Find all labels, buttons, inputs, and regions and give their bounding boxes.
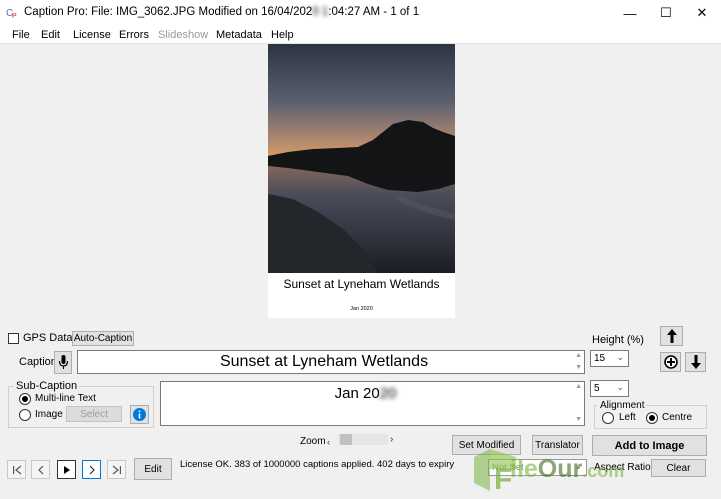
subcaption-obscured: 20 <box>379 385 397 402</box>
close-button[interactable]: ✕ <box>684 0 720 26</box>
radio-selected-dot <box>22 396 28 402</box>
chevron-down-icon: ⌄ <box>616 352 624 362</box>
microphone-button[interactable] <box>54 351 72 374</box>
watermark-text-2: Our <box>537 455 583 483</box>
menu-slideshow: Slideshow <box>158 29 209 41</box>
align-left-radio[interactable] <box>602 412 614 424</box>
previous-button[interactable] <box>31 460 50 479</box>
menu-errors[interactable]: Errors <box>119 29 149 41</box>
arrow-up-icon <box>666 329 677 343</box>
caption-input[interactable]: Sunset at Lyneham Wetlands ▲ ▼ <box>77 350 585 374</box>
image-label: Image <box>35 409 63 420</box>
menu-edit[interactable]: Edit <box>41 29 60 41</box>
zoom-label: Zoom <box>300 436 326 447</box>
align-centre-radio[interactable] <box>646 412 658 424</box>
height-select[interactable]: 15 ⌄ <box>590 350 629 367</box>
minimize-button[interactable]: — <box>612 0 648 26</box>
menu-metadata[interactable]: Metadata <box>216 29 262 41</box>
sub-caption-group-label: Sub-Caption <box>14 380 80 392</box>
scroll-up-icon[interactable]: ▲ <box>575 352 582 359</box>
add-button[interactable] <box>660 352 681 372</box>
align-centre-label: Centre <box>662 412 693 423</box>
play-icon <box>63 465 70 474</box>
plus-circle-icon <box>663 355 678 369</box>
svg-text:P: P <box>12 13 17 19</box>
caption-label: Caption <box>19 356 57 368</box>
move-up-button[interactable] <box>660 326 683 346</box>
license-status: License OK. 383 of 1000000 captions appl… <box>180 459 455 470</box>
scroll-up-icon[interactable]: ▲ <box>575 383 582 390</box>
image-radio[interactable] <box>19 409 31 421</box>
last-icon <box>112 465 121 474</box>
next-button[interactable] <box>82 460 101 479</box>
edit-button[interactable]: Edit <box>134 458 172 480</box>
add-to-image-button[interactable]: Add to Image <box>592 435 707 456</box>
chevron-right-icon <box>89 465 95 474</box>
alignment-label: Alignment <box>598 400 647 411</box>
gps-label: GPS Data <box>23 332 73 344</box>
sunset-photo <box>268 44 455 273</box>
menu-help[interactable]: Help <box>271 29 294 41</box>
subcaption-text: Jan 20 <box>334 385 380 402</box>
multiline-label: Multi-line Text <box>35 393 96 404</box>
play-button[interactable] <box>57 460 76 479</box>
watermark-text-3: .com <box>582 461 625 481</box>
auto-caption-button[interactable]: Auto-Caption <box>72 331 134 346</box>
scroll-down-icon[interactable]: ▼ <box>575 416 582 423</box>
menu-file[interactable]: File <box>12 29 30 41</box>
watermark-text-1: ile <box>510 455 538 483</box>
subcaption-height-value: 5 <box>594 383 600 394</box>
preview-caption: Sunset at Lyneham Wetlands <box>283 277 440 291</box>
chevron-left-icon <box>37 465 43 474</box>
subcaption-height-select[interactable]: 5 ⌄ <box>590 380 629 397</box>
app-icon: C P <box>6 8 17 19</box>
align-left-label: Left <box>619 412 636 423</box>
window-title: Caption Pro: File: IMG_3062.JPG Modified… <box>24 6 419 18</box>
first-button[interactable] <box>7 460 26 479</box>
radio-selected-dot <box>649 415 655 421</box>
subcaption-input[interactable]: Jan 2020 ▲ ▼ <box>160 381 585 426</box>
subcaption-input-value: Jan 2020 <box>161 385 570 402</box>
height-label: Height (%) <box>592 334 644 346</box>
first-icon <box>12 465 21 474</box>
fileour-watermark: ileOur.com <box>510 455 624 484</box>
clear-button[interactable]: Clear <box>651 459 706 477</box>
translator-button[interactable]: Translator <box>532 435 583 455</box>
last-button[interactable] <box>107 460 126 479</box>
info-button[interactable] <box>130 405 149 424</box>
maximize-button[interactable]: ☐ <box>648 0 684 26</box>
preview-subcaption: Jan 2020 <box>350 306 373 312</box>
window-title-text: Caption Pro: File: IMG_3062.JPG Modified… <box>24 6 313 18</box>
move-down-button[interactable] <box>685 352 706 372</box>
zoom-slider-thumb[interactable] <box>340 434 352 445</box>
zoom-slider[interactable] <box>338 434 388 445</box>
caption-input-value: Sunset at Lyneham Wetlands <box>219 353 429 370</box>
window-title-time: :04:27 AM - 1 of 1 <box>328 6 420 18</box>
multiline-radio[interactable] <box>19 393 31 405</box>
arrow-down-icon <box>690 355 701 369</box>
zoom-right-arrow-icon[interactable]: › <box>390 434 393 445</box>
select-image-button: Select <box>66 406 122 422</box>
zoom-left-arrow-icon[interactable]: ‹ <box>327 437 330 447</box>
scroll-down-icon[interactable]: ▼ <box>575 364 582 371</box>
gps-checkbox[interactable] <box>8 333 19 344</box>
height-select-value: 15 <box>594 353 606 364</box>
menu-license[interactable]: License <box>73 29 111 41</box>
microphone-icon <box>58 355 68 369</box>
window-title-obscured: 0 1 <box>312 6 329 18</box>
chevron-down-icon: ⌄ <box>616 382 624 392</box>
info-icon <box>133 408 146 421</box>
